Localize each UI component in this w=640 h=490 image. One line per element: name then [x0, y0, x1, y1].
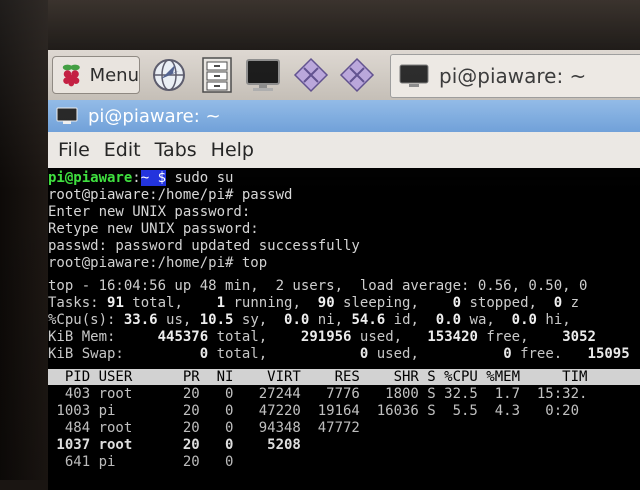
menu-button[interactable]: Menu: [52, 56, 140, 94]
screen: Menu pi@piaware: ~ pi@piaware: ~ File Ed…: [48, 50, 640, 490]
taskbar: Menu pi@piaware: ~: [48, 50, 640, 100]
terminal-icon[interactable]: [244, 56, 282, 94]
menu-edit[interactable]: Edit: [104, 139, 141, 161]
process-table-header: PID USER PR NI VIRT RES SHR S %CPU %MEM …: [48, 369, 640, 385]
menubar: File Edit Tabs Help: [48, 132, 640, 168]
monitor-bezel-left: [0, 0, 48, 480]
top-swap-line: KiB Swap: 0 total, 0 used, 0 free. 15095: [48, 346, 630, 362]
process-row: 1003 pi 20 0 47220 19164 16036 S 5.5 4.3…: [48, 403, 580, 419]
menu-file[interactable]: File: [58, 139, 90, 161]
top-mem-line: KiB Mem: 445376 total, 291956 used, 1534…: [48, 329, 596, 345]
monitor-icon: [399, 64, 429, 87]
top-summary-line: top - 16:04:56 up 48 min, 2 users, load …: [48, 278, 588, 294]
top-cpu-line: %Cpu(s): 33.6 us, 10.5 sy, 0.0 ni, 54.6 …: [48, 312, 571, 328]
window-title: pi@piaware: ~: [88, 105, 221, 127]
window-titlebar[interactable]: pi@piaware: ~: [48, 100, 640, 132]
raspberry-icon: [62, 64, 80, 87]
web-browser-icon[interactable]: [150, 56, 188, 94]
terminal-line: root@piaware:/home/pi# passwd: [48, 187, 293, 203]
process-row: 484 root 20 0 94348 47772: [48, 420, 360, 436]
process-row: 403 root 20 0 27244 7776 1800 S 32.5 1.7…: [48, 386, 588, 402]
math-app-icon-2[interactable]: [338, 56, 376, 94]
terminal-line: pi@piaware:~ $ sudo su: [48, 170, 234, 186]
terminal-output[interactable]: pi@piaware:~ $ sudo su root@piaware:/hom…: [48, 168, 640, 490]
math-app-icon[interactable]: [292, 56, 330, 94]
file-manager-icon[interactable]: [198, 56, 236, 94]
process-row: 1037 root 20 0 5208: [48, 437, 301, 453]
terminal-line: passwd: password updated successfully: [48, 238, 360, 254]
top-tasks-line: Tasks: 91 total, 1 running, 90 sleeping,…: [48, 295, 580, 311]
monitor-bezel-top: [0, 0, 640, 50]
menu-label: Menu: [89, 64, 139, 86]
monitor-icon: [56, 107, 78, 124]
menu-help[interactable]: Help: [211, 139, 254, 161]
terminal-line: Enter new UNIX password:: [48, 204, 251, 220]
terminal-line: root@piaware:/home/pi# top: [48, 255, 268, 271]
process-row: 641 pi 20 0: [48, 454, 234, 470]
menu-tabs[interactable]: Tabs: [155, 139, 197, 161]
terminal-line: Retype new UNIX password:: [48, 221, 259, 237]
taskbar-window-label: pi@piaware: ~: [439, 64, 587, 88]
taskbar-window-button[interactable]: pi@piaware: ~: [390, 54, 640, 98]
